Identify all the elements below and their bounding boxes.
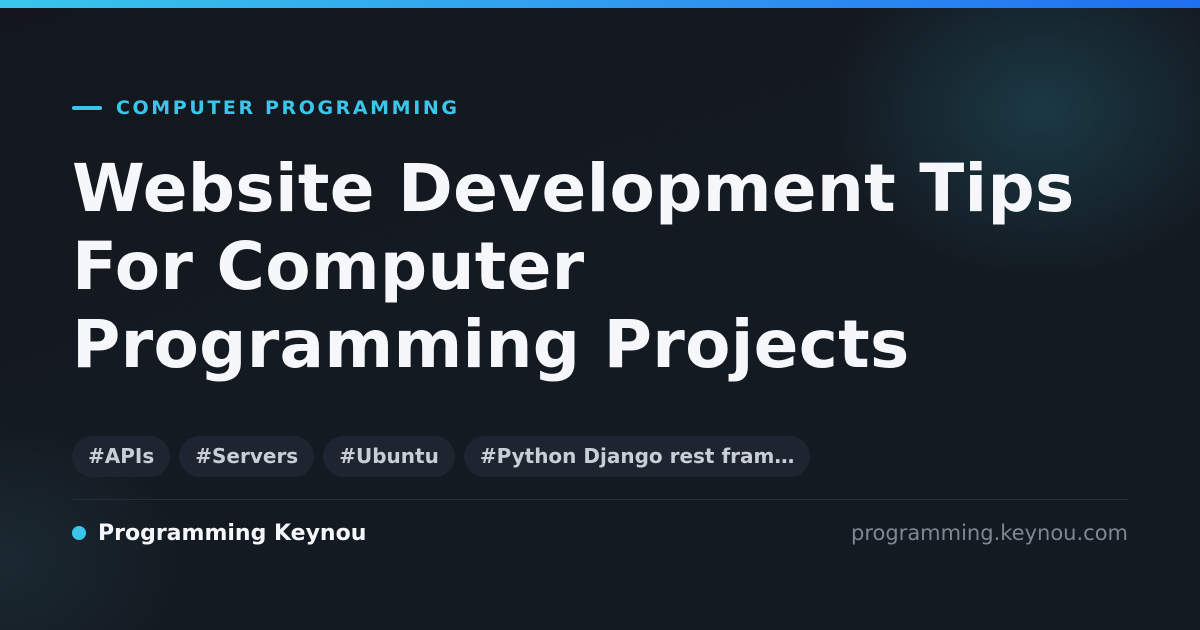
category-dash-icon <box>72 106 102 110</box>
tag-servers: #Servers <box>179 436 315 477</box>
site-url: programming.keynou.com <box>851 521 1128 545</box>
tag-list: #APIs #Servers #Ubuntu #Python Django re… <box>72 436 811 477</box>
category-label: COMPUTER PROGRAMMING <box>116 97 460 119</box>
article-title: Website Development Tips For Computer Pr… <box>72 150 1152 384</box>
footer-divider <box>72 499 1128 500</box>
tag-python-django: #Python Django rest fram… <box>463 436 811 477</box>
top-accent-bar <box>0 0 1200 8</box>
brand-dot-icon <box>72 526 86 540</box>
title-line-2: For Computer <box>72 228 585 305</box>
title-line-3: Programming Projects <box>72 306 910 383</box>
tag-ubuntu: #Ubuntu <box>323 436 455 477</box>
tag-apis: #APIs <box>72 436 171 477</box>
category-eyebrow: COMPUTER PROGRAMMING <box>72 96 460 120</box>
title-line-1: Website Development Tips <box>72 150 1075 227</box>
share-card: COMPUTER PROGRAMMING Website Development… <box>0 0 1200 630</box>
brand: Programming Keynou <box>72 518 366 548</box>
brand-name: Programming Keynou <box>98 520 367 546</box>
